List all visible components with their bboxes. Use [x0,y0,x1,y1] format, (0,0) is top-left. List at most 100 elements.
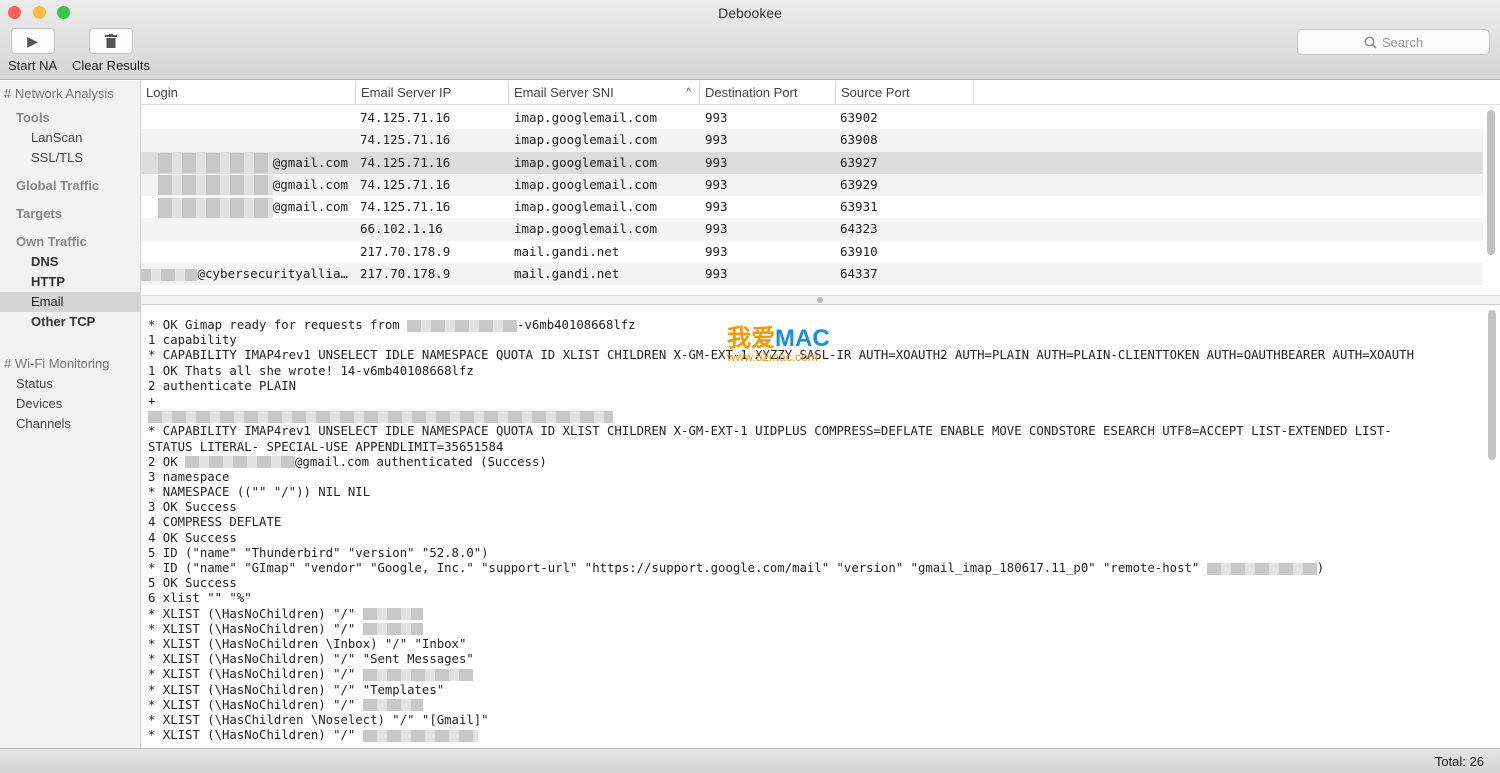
log-text: 2 OK [148,454,186,469]
table-row-partial[interactable] [141,285,1483,295]
dport-cell: 993 [705,266,728,282]
sport-cell: 64337 [840,266,878,282]
log-line: 5 OK Success [148,576,1500,591]
sidebar-group-tools[interactable]: Tools [0,108,141,128]
redacted-block [1206,562,1317,575]
log-line: 3 OK Success [148,500,1500,515]
sport-cell: 64323 [840,221,878,237]
table-row[interactable]: @cybersecurityallia… 217.70.178.9 mail.gan… [141,263,1483,286]
sidebar-item-channels[interactable]: Channels [0,414,141,434]
sni-cell: imap.googlemail.com [514,221,657,237]
log-text: * NAMESPACE (("" "/")) NIL NIL [148,485,371,500]
table-row[interactable]: @gmail.com 74.125.71.16 imap.googlemail.co… [141,151,1483,174]
table-scrollbar[interactable] [1487,110,1495,255]
log-line: * ID ("name" "GImap" "vendor" "Google, I… [148,561,1500,576]
log-text: * XLIST (\HasNoChildren) "/" "Templates" [148,682,445,697]
ip-cell: 74.125.71.16 [360,154,451,170]
column-email-server-sni-label: Email Server SNI [514,85,614,100]
sidebar-group-own-traffic[interactable]: Own Traffic [0,232,141,252]
login-cell: @gmail.com [157,152,348,174]
sni-cell: imap.googlemail.com [514,154,657,170]
sidebar-item-lanscan[interactable]: LanScan [0,128,141,148]
sidebar-item-http[interactable]: HTTP [0,272,141,292]
sidebar-item-global-traffic[interactable]: Global Traffic [0,176,141,196]
clear-results-label: Clear Results [72,58,151,73]
redacted-block [362,699,423,712]
sidebar-item-email[interactable]: Email [0,292,141,312]
redacted-block [362,608,423,621]
login-cell: @gmail.com [157,174,348,196]
sidebar-item-devices[interactable]: Devices [0,394,141,414]
sidebar-item-ssltls[interactable]: SSL/TLS [0,148,141,168]
dport-cell: 993 [705,110,728,125]
ip-cell: 66.102.1.16 [360,221,443,237]
column-destination-port[interactable]: Destination Port [700,81,836,105]
log-text: 4 COMPRESS DEFLATE [148,515,282,530]
start-na-button[interactable]: ▶ Start NA [8,28,57,73]
log-text: + [148,393,156,408]
log-scrollbar[interactable] [1488,310,1496,460]
column-login[interactable]: Login [141,81,356,105]
table-row[interactable]: 66.102.1.16 imap.googlemail.com 993 64323 [141,218,1483,241]
redacted-block [157,175,273,196]
column-source-port[interactable]: Source Port [836,81,974,105]
log-line: 2 authenticate PLAIN [148,379,1500,394]
search-icon [1364,35,1377,49]
sni-cell: mail.gandi.net [514,243,620,259]
sidebar-item-dns[interactable]: DNS [0,252,141,272]
table-row[interactable]: 217.70.178.9 mail.gandi.net 993 63910 [141,241,1483,263]
column-email-server-sni[interactable]: Email Server SNI ^ [509,81,700,105]
split-view-divider[interactable] [141,295,1500,305]
redacted-block [362,623,423,636]
dport-cell: 993 [705,176,728,192]
section-network-analysis: # Network Analysis [4,86,114,101]
watermark-url: www.52mac.com [727,350,818,364]
sni-cell: imap.googlemail.com [514,199,657,215]
table-row[interactable]: 74.125.71.16 imap.googlemail.com 993 63908 [141,129,1483,152]
log-text: 1 OK Thats all she wrote! 14-v6mb4010866… [148,363,474,378]
log-line: * NAMESPACE (("" "/")) NIL NIL [148,485,1500,500]
log-line: * XLIST (\HasNoChildren) "/" [148,728,1500,743]
watermark-brand: MAC [775,325,830,352]
search-input[interactable]: Search [1297,29,1490,55]
log-line: * XLIST (\HasNoChildren) "/" [148,667,1500,682]
sidebar-item-other-tcp[interactable]: Other TCP [0,312,141,332]
log-line: * XLIST (\HasNoChildren) "/" [148,607,1500,622]
log-line: 3 namespace [148,470,1500,485]
clear-results-button[interactable]: Clear Results [72,28,150,73]
session-log[interactable]: * OK Gimap ready for requests from -v6mb… [141,305,1500,748]
sidebar-item-status[interactable]: Status [0,374,141,394]
sport-cell: 63910 [840,243,878,259]
watermark-brand-cn: 我爱 [727,325,775,352]
play-icon: ▶ [10,28,55,54]
title-bar: Debookee ▶ Start NA Clear Results Search [0,0,1500,80]
log-text: * XLIST (\HasNoChildren \Inbox) "/" "Inb… [148,636,467,651]
dport-cell: 993 [705,243,728,259]
watermark-logo: 我爱MAC www.52mac.com [727,325,830,364]
log-text: * XLIST (\HasNoChildren) "/" "Sent Messa… [148,652,474,667]
ip-cell: 74.125.71.16 [360,110,451,125]
ip-cell: 74.125.71.16 [360,199,451,215]
dport-cell: 993 [705,199,728,215]
table-row[interactable]: 74.125.71.16 imap.googlemail.com 993 63902 [141,107,1483,129]
log-text-suffix: @gmail.com authenticated (Success) [295,454,547,469]
table-row[interactable]: @gmail.com 74.125.71.16 imap.googlemail.co… [141,173,1483,197]
ip-cell: 74.125.71.16 [360,176,451,192]
log-text: 1 capability [148,333,237,348]
log-text-suffix: ) [1316,561,1325,575]
dport-cell: 993 [705,154,728,170]
table-row[interactable]: @gmail.com 74.125.71.16 imap.googlemail.co… [141,196,1483,218]
log-line: * XLIST (\HasChildren \Noselect) "/" "[G… [148,713,1500,728]
connections-table: 74.125.71.16 imap.googlemail.com 993 63902 7… [141,107,1483,295]
redacted-block [185,456,296,469]
log-text: * XLIST (\HasNoChildren) "/" [148,667,363,682]
log-text: 5 OK Success [148,576,237,591]
log-line: 6 xlist "" "%" [148,591,1500,606]
dport-cell: 993 [705,221,728,237]
start-na-label: Start NA [8,58,58,73]
sidebar-item-targets[interactable]: Targets [0,204,141,224]
log-line: 2 OK @gmail.com authenticated (Success) [148,455,1500,470]
redacted-block [362,729,478,742]
table-header: Login Email Server IP Email Server SNI ^ … [141,81,1500,105]
column-email-server-ip[interactable]: Email Server IP [356,81,509,105]
